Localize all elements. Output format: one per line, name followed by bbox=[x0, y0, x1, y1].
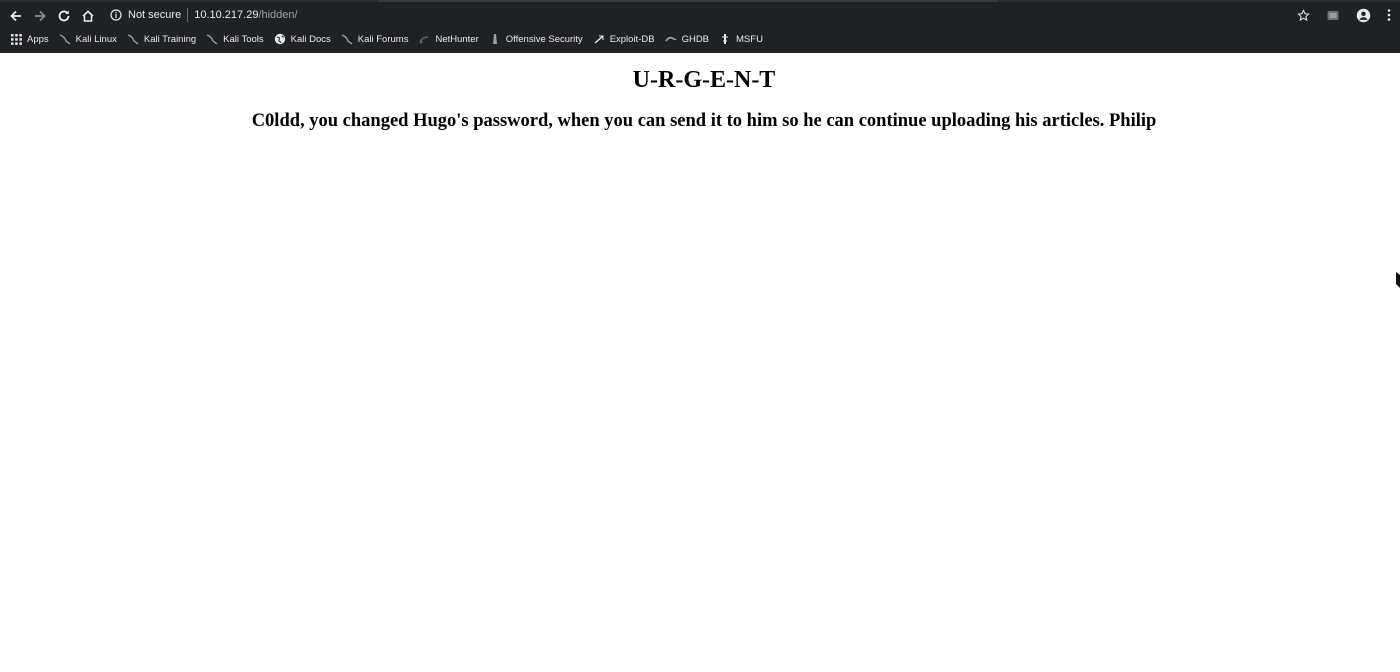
security-status-label[interactable]: Not secure bbox=[128, 9, 181, 21]
bookmark-kali-docs[interactable]: Kali Docs bbox=[274, 30, 331, 48]
url-host[interactable]: 10.10.217.29 bbox=[194, 9, 258, 21]
bookmark-kali-linux[interactable]: Kali Linux bbox=[59, 30, 117, 48]
forward-button[interactable] bbox=[28, 4, 52, 28]
reload-icon bbox=[58, 10, 70, 22]
kebab-menu-icon bbox=[1387, 9, 1391, 21]
extension-icon bbox=[1327, 10, 1339, 20]
bookmark-apps[interactable]: Apps bbox=[10, 30, 49, 48]
page-message: C0ldd, you changed Hugo's password, when… bbox=[251, 111, 1157, 131]
bookmark-kali-tools[interactable]: Kali Tools bbox=[206, 30, 264, 48]
bookmark-label: Exploit-DB bbox=[609, 33, 655, 45]
browser-chrome: Not secure 10.10.217.29/hidden/ Apps Kal… bbox=[0, 0, 1400, 53]
apps-grid-icon bbox=[10, 33, 22, 45]
bookmark-label: Offensive Security bbox=[505, 33, 583, 45]
msfu-icon bbox=[719, 33, 731, 45]
account-circle-icon bbox=[1356, 8, 1370, 22]
site-info-icon[interactable] bbox=[108, 7, 124, 23]
active-tab-indicator bbox=[378, 0, 998, 2]
arrow-left-icon bbox=[10, 10, 21, 22]
bookmark-label: Apps bbox=[27, 33, 49, 45]
kali-dragon-icon bbox=[127, 33, 139, 45]
offsec-icon bbox=[489, 33, 501, 45]
bookmark-ghdb[interactable]: GHDB bbox=[664, 30, 710, 48]
bookmark-kali-forums[interactable]: Kali Forums bbox=[341, 30, 409, 48]
omnibox-divider bbox=[187, 8, 189, 22]
globe-icon bbox=[274, 33, 286, 45]
tab-strip bbox=[0, 0, 1400, 2]
bookmark-label: Kali Forums bbox=[357, 33, 409, 45]
bookmark-label: Kali Docs bbox=[290, 33, 331, 45]
kali-dragon-icon bbox=[341, 33, 353, 45]
bookmarks-bar: Apps Kali Linux Kali Training Kali Tools… bbox=[0, 30, 1400, 48]
url-path[interactable]: /hidden/ bbox=[258, 9, 297, 21]
bookmark-label: Kali Tools bbox=[223, 33, 264, 45]
home-icon bbox=[82, 10, 94, 22]
bookmark-nethunter[interactable]: NetHunter bbox=[418, 30, 479, 48]
address-bar[interactable]: Not secure 10.10.217.29/hidden/ bbox=[102, 3, 1322, 27]
arrow-right-icon bbox=[35, 10, 46, 22]
reload-button[interactable] bbox=[52, 4, 76, 28]
star-icon bbox=[1296, 8, 1310, 21]
bookmark-label: MSFU bbox=[736, 33, 763, 45]
extension-button[interactable] bbox=[1318, 3, 1348, 27]
bookmark-label: NetHunter bbox=[435, 33, 479, 45]
page-viewport: U-R-G-E-N-T C0ldd, you changed Hugo's pa… bbox=[0, 53, 1400, 672]
exploitdb-icon bbox=[593, 33, 605, 45]
bookmark-label: Kali Training bbox=[143, 33, 197, 45]
browser-menu-button[interactable] bbox=[1378, 3, 1400, 27]
bookmark-label: Kali Linux bbox=[75, 33, 117, 45]
mouse-cursor-icon bbox=[1396, 272, 1400, 288]
nethunter-icon bbox=[418, 33, 430, 45]
profile-button[interactable] bbox=[1348, 3, 1378, 27]
bookmark-kali-training[interactable]: Kali Training bbox=[127, 30, 196, 48]
bookmark-star-button[interactable] bbox=[1288, 3, 1318, 27]
page-heading: U-R-G-E-N-T bbox=[632, 67, 776, 93]
bookmark-msfu[interactable]: MSFU bbox=[719, 30, 763, 48]
ghdb-icon bbox=[664, 33, 677, 45]
home-button[interactable] bbox=[76, 4, 100, 28]
bookmark-exploit-db[interactable]: Exploit-DB bbox=[593, 30, 655, 48]
kali-dragon-icon bbox=[206, 33, 218, 45]
kali-dragon-icon bbox=[59, 33, 71, 45]
bookmark-label: GHDB bbox=[681, 33, 710, 45]
toolbar-right-icons bbox=[1288, 3, 1400, 27]
back-button[interactable] bbox=[4, 4, 28, 28]
bookmark-offensive-security[interactable]: Offensive Security bbox=[489, 30, 583, 48]
